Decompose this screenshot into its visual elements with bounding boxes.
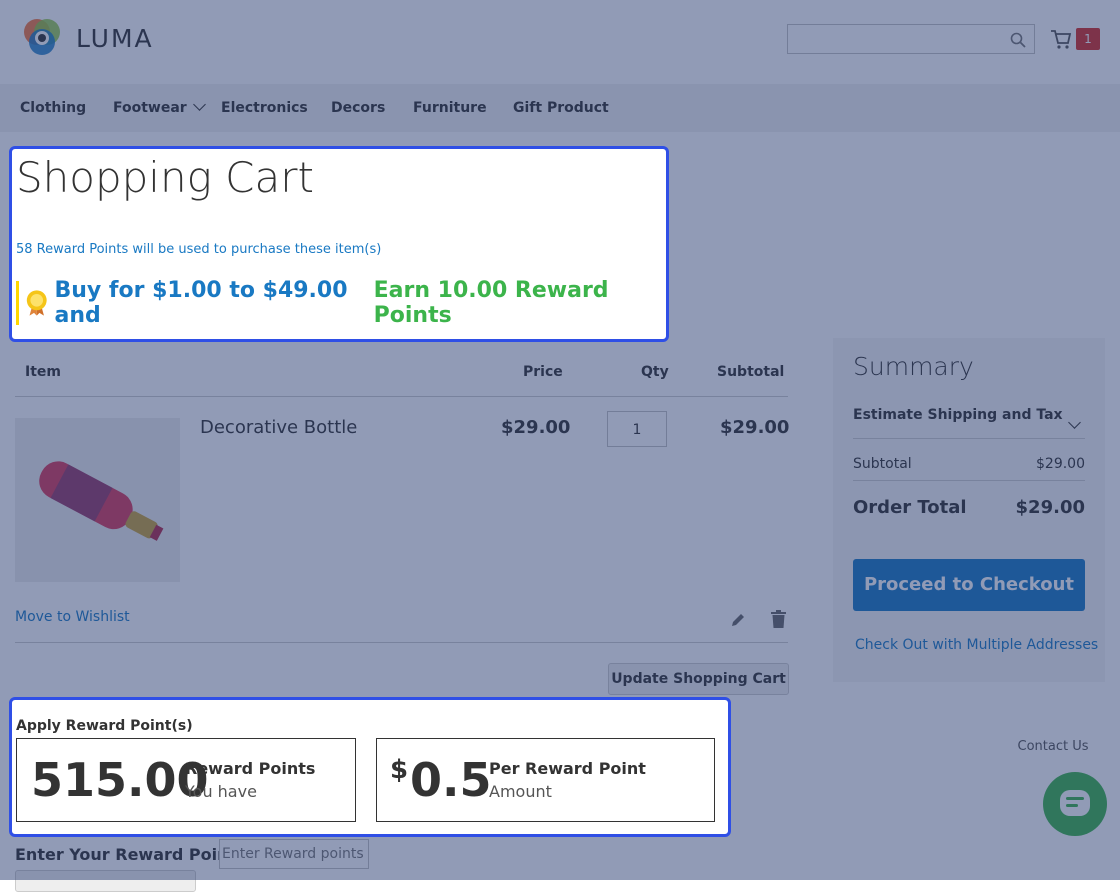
contact-us-tooltip[interactable]: Contact Us — [1012, 734, 1094, 760]
divider — [853, 480, 1085, 481]
search-icon[interactable] — [1010, 32, 1026, 48]
nav-item-gift-product[interactable]: Gift Product — [513, 84, 609, 132]
apply-points-button[interactable] — [15, 870, 196, 892]
brand-logo[interactable]: LUMA — [20, 16, 170, 60]
nav-item-furniture[interactable]: Furniture — [413, 84, 487, 132]
earn-condition-text: Buy for $1.00 to $49.00 and — [54, 278, 348, 328]
nav-item-electronics[interactable]: Electronics — [221, 84, 308, 132]
quantity-input[interactable]: 1 — [607, 411, 667, 447]
edit-icon[interactable] — [729, 611, 747, 629]
main-nav: Clothing Footwear Electronics Decors Fur… — [0, 84, 1120, 132]
award-badge-icon — [26, 290, 47, 316]
cart-count-badge[interactable]: 1 — [1076, 28, 1100, 50]
enter-points-label: Enter Your Reward Points: — [15, 845, 253, 864]
order-total-label: Order Total — [853, 497, 967, 518]
brand-name: LUMA — [76, 23, 154, 53]
earn-points-text: Earn 10.00 Reward Points — [373, 278, 609, 328]
order-summary: Summary Estimate Shipping and Tax Subtot… — [833, 338, 1105, 682]
reward-rate-label: Per Reward Point — [489, 759, 646, 778]
divider — [15, 396, 788, 397]
subtotal-value: $29.00 — [1036, 456, 1085, 472]
reward-balance-sub: You have — [185, 782, 257, 801]
nav-item-label: Footwear — [113, 100, 187, 116]
update-cart-button[interactable]: Update Shopping Cart — [608, 663, 789, 695]
chat-icon — [1060, 790, 1090, 816]
reward-balance-label: Reward Points — [185, 759, 316, 778]
product-price: $29.00 — [501, 417, 571, 438]
reward-rate-sub: Amount — [489, 782, 552, 801]
site-header: LUMA 1 — [0, 0, 1120, 84]
col-header-subtotal: Subtotal — [717, 364, 785, 380]
bottle-image-icon — [15, 418, 180, 582]
order-total-value: $29.00 — [1015, 497, 1085, 518]
estimate-label: Estimate Shipping and Tax — [853, 407, 1063, 423]
chat-button[interactable] — [1043, 772, 1107, 836]
estimate-shipping-toggle[interactable]: Estimate Shipping and Tax — [853, 404, 1085, 439]
luma-logo-icon — [24, 19, 60, 55]
currency-symbol: $ — [390, 755, 409, 785]
subtotal-label: Subtotal — [853, 456, 912, 472]
earn-points-banner: Buy for $1.00 to $49.00 and Earn 10.00 R… — [16, 278, 663, 328]
reward-balance-box: 515.00 Reward Points You have — [16, 738, 356, 822]
reward-rate-box: $ 0.5 Per Reward Point Amount — [376, 738, 715, 822]
chevron-down-icon — [1067, 416, 1081, 429]
apply-reward-heading: Apply Reward Point(s) — [16, 718, 193, 734]
reward-usage-note: 58 Reward Points will be used to purchas… — [16, 242, 382, 257]
nav-item-decors[interactable]: Decors — [331, 84, 385, 132]
reward-rate-value: 0.5 — [410, 753, 492, 807]
reward-points-highlight: Apply Reward Point(s) 515.00 Reward Poin… — [9, 697, 731, 837]
reward-points-input[interactable]: Enter Reward points — [219, 839, 369, 869]
product-image[interactable] — [15, 418, 180, 582]
product-subtotal: $29.00 — [720, 417, 790, 438]
trash-icon[interactable] — [770, 610, 787, 629]
nav-item-footwear[interactable]: Footwear — [113, 84, 206, 132]
search-input[interactable] — [787, 24, 1035, 54]
cart-title-highlight: Shopping Cart 58 Reward Points will be u… — [9, 146, 669, 342]
chevron-down-icon — [192, 98, 206, 111]
cart-icon[interactable] — [1050, 28, 1072, 50]
col-header-qty: Qty — [641, 364, 669, 380]
col-header-item: Item — [25, 364, 61, 380]
divider — [15, 642, 788, 643]
nav-item-clothing[interactable]: Clothing — [20, 84, 86, 132]
multiple-addresses-link[interactable]: Check Out with Multiple Addresses — [855, 637, 1098, 653]
page-title: Shopping Cart — [16, 153, 314, 202]
product-name[interactable]: Decorative Bottle — [200, 417, 357, 438]
proceed-to-checkout-button[interactable]: Proceed to Checkout — [853, 559, 1085, 611]
summary-title: Summary — [853, 352, 974, 381]
move-to-wishlist-link[interactable]: Move to Wishlist — [15, 609, 130, 625]
reward-balance-value: 515.00 — [31, 753, 209, 807]
col-header-price: Price — [523, 364, 563, 380]
